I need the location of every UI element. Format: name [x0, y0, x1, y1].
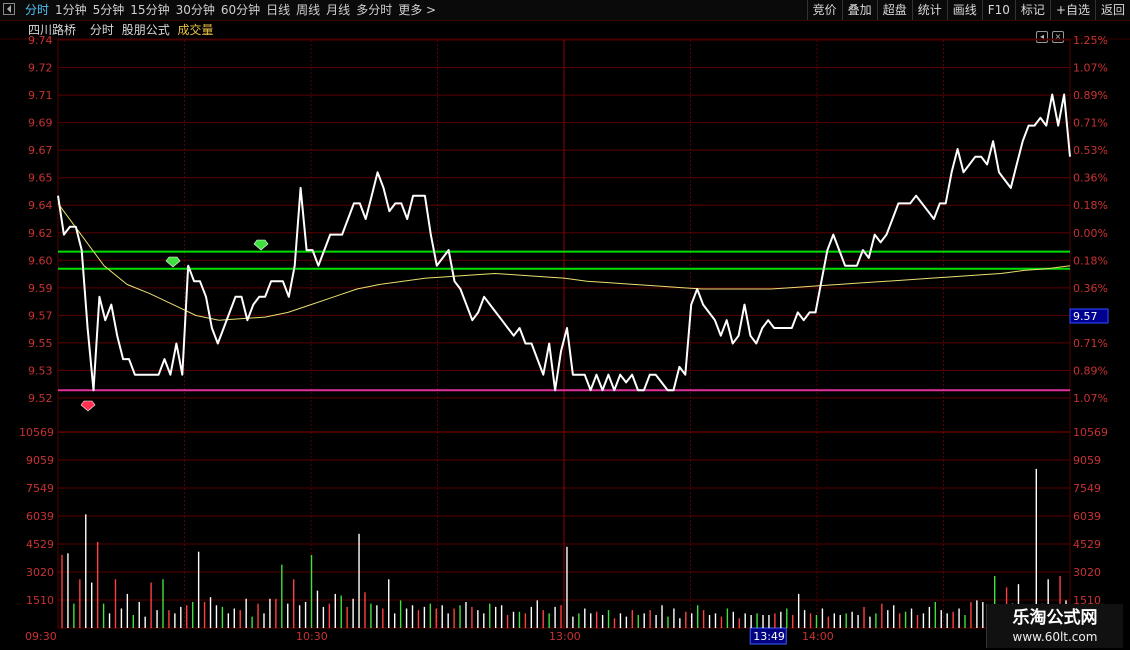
price-tick-label: 9.72: [28, 62, 53, 75]
percent-tick-label: 1.07%: [1073, 392, 1108, 405]
volume-tick-label-right: 4529: [1073, 538, 1101, 551]
percent-tick-label: 0.71%: [1073, 117, 1108, 130]
time-axis-label: 09:30: [25, 630, 57, 643]
percent-tick-label: 0.36%: [1073, 282, 1108, 295]
volume-tick-label-right: 10569: [1073, 426, 1108, 439]
time-axis-label: 13:00: [549, 630, 581, 643]
time-axis-label: 10:30: [296, 630, 328, 643]
price-tick-label: 9.64: [28, 199, 53, 212]
percent-tick-label: 0.89%: [1073, 89, 1108, 102]
volume-tick-label-right: 6039: [1073, 510, 1101, 523]
cursor-time-label: 13:49: [753, 630, 785, 643]
price-tick-label: 9.74: [28, 34, 53, 47]
price-tick-label: 9.52: [28, 392, 53, 405]
volume-tick-label: 9059: [26, 454, 54, 467]
percent-tick-label: 0.18%: [1073, 199, 1108, 212]
volume-tick-label: 10569: [19, 426, 54, 439]
percent-tick-label: 1.25%: [1073, 34, 1108, 47]
price-tick-label: 9.57: [28, 309, 53, 322]
price-tick-label: 9.59: [28, 282, 53, 295]
volume-tick-label: 1510: [26, 594, 54, 607]
intraday-chart[interactable]: 9.74 1.25% 9.72 1.07% 9.71 0.89% 9.69 0.71% 9.67…: [0, 0, 1130, 650]
current-price-label: 9.57: [1073, 310, 1098, 323]
time-axis-label: 14:00: [802, 630, 834, 643]
percent-tick-label: 0.53%: [1073, 144, 1108, 157]
volume-tick-label: 3020: [26, 566, 54, 579]
percent-tick-label: 1.07%: [1073, 62, 1108, 75]
green-diamond-icon: [165, 256, 181, 268]
percent-tick-label: 0.89%: [1073, 364, 1108, 377]
watermark-url: www.60lt.com: [1012, 630, 1098, 644]
price-tick-label: 9.71: [28, 89, 53, 102]
price-tick-label: 9.69: [28, 117, 53, 130]
watermark-title: 乐淘公式网: [1012, 608, 1098, 628]
watermark: 乐淘公式网 www.60lt.com: [986, 604, 1123, 648]
percent-tick-label: 0.18%: [1073, 254, 1108, 267]
volume-tick-label: 6039: [26, 510, 54, 523]
percent-tick-label: 0.71%: [1073, 337, 1108, 350]
price-tick-label: 9.62: [28, 227, 53, 240]
volume-tick-label-right: 9059: [1073, 454, 1101, 467]
price-tick-label: 9.65: [28, 172, 53, 185]
volume-tick-label: 7549: [26, 482, 54, 495]
green-diamond-icon: [253, 239, 269, 251]
volume-tick-label: 4529: [26, 538, 54, 551]
price-tick-label: 9.53: [28, 364, 53, 377]
percent-tick-label: 0.00%: [1073, 227, 1108, 240]
price-tick-label: 9.60: [28, 254, 53, 267]
volume-tick-label-right: 3020: [1073, 566, 1101, 579]
price-tick-label: 9.67: [28, 144, 53, 157]
percent-tick-label: 0.36%: [1073, 172, 1108, 185]
volume-tick-label-right: 7549: [1073, 482, 1101, 495]
price-tick-label: 9.55: [28, 337, 53, 350]
red-diamond-icon: [80, 400, 96, 412]
